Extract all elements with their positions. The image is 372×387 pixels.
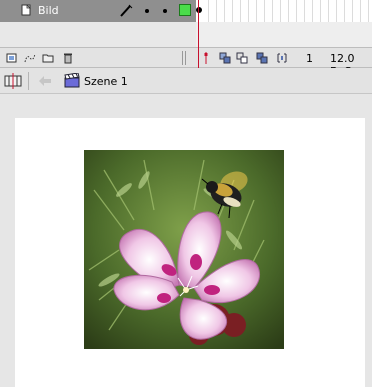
motion-guide-icon[interactable] (24, 52, 36, 64)
outline-color-swatch[interactable] (179, 4, 191, 16)
pencil-icon (120, 4, 133, 17)
scene-clapper-icon[interactable] (64, 73, 80, 88)
layer-name[interactable]: Bild (38, 4, 59, 17)
timeline-toolbar: 1 12.0 BpS (0, 47, 372, 78)
edit-multiple-frames-icon[interactable] (256, 52, 268, 64)
back-arrow-icon[interactable] (38, 75, 52, 87)
center-frame-icon[interactable] (200, 52, 212, 64)
delete-layer-icon[interactable] (62, 52, 74, 64)
separator (182, 51, 183, 65)
lock-toggle[interactable] (163, 9, 167, 13)
modify-onion-markers-icon[interactable] (276, 52, 288, 64)
visibility-toggle[interactable] (145, 9, 149, 13)
layer-list-empty-area (0, 22, 196, 47)
separator (28, 72, 29, 90)
current-frame-number: 1 (306, 52, 313, 65)
layer-icon (21, 4, 31, 16)
onion-skin-outlines-icon[interactable] (236, 52, 248, 64)
insert-folder-icon[interactable] (42, 52, 54, 64)
flower-bee-photo[interactable] (84, 150, 284, 349)
scene-label[interactable]: Szene 1 (84, 75, 128, 88)
edit-bar: Szene 1 (0, 68, 372, 94)
playhead[interactable] (198, 0, 199, 68)
insert-layer-icon[interactable] (6, 52, 18, 64)
frame-strip[interactable] (196, 0, 372, 22)
timeline-toggle-icon[interactable] (4, 73, 22, 89)
separator (185, 51, 186, 65)
onion-skin-icon[interactable] (219, 52, 231, 64)
keyframe-marker[interactable] (196, 7, 202, 13)
